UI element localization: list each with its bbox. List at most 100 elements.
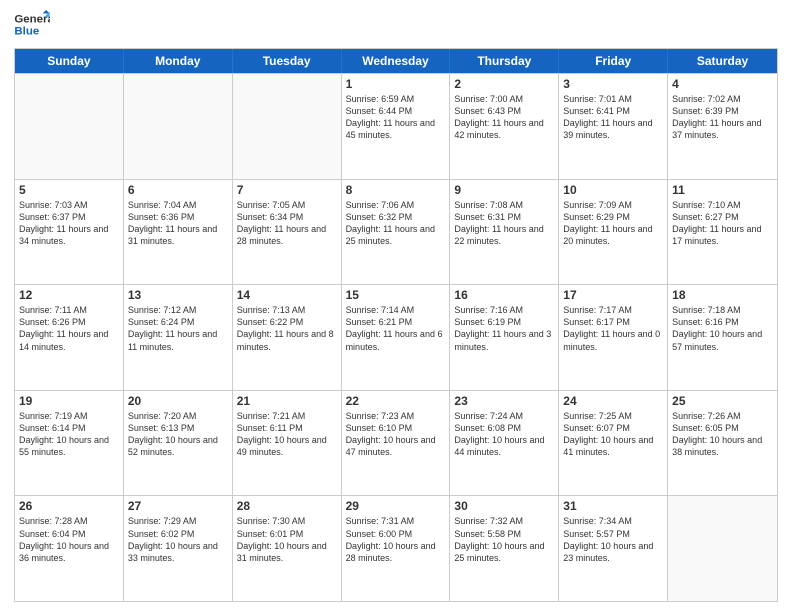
day-number: 10 [563,183,663,197]
day-number: 9 [454,183,554,197]
day-number: 23 [454,394,554,408]
day-header-friday: Friday [559,49,668,73]
calendar-row-5: 26Sunrise: 7:28 AMSunset: 6:04 PMDayligh… [15,495,777,601]
day-number: 16 [454,288,554,302]
day-info: Sunrise: 7:26 AMSunset: 6:05 PMDaylight:… [672,410,773,459]
day-number: 27 [128,499,228,513]
day-info: Sunrise: 7:20 AMSunset: 6:13 PMDaylight:… [128,410,228,459]
day-cell-28: 28Sunrise: 7:30 AMSunset: 6:01 PMDayligh… [233,496,342,601]
day-number: 11 [672,183,773,197]
day-cell-25: 25 Sunrise: 7:26 AMSunset: 6:05 PMDayligh… [668,391,777,496]
day-number: 29 [346,499,446,513]
day-number: 31 [563,499,663,513]
day-cell-4: 4Sunrise: 7:02 AMSunset: 6:39 PMDaylight… [668,74,777,179]
day-info: Sunrise: 7:34 AMSunset: 5:57 PMDaylight:… [563,515,663,564]
day-info: Sunrise: 7:30 AMSunset: 6:01 PMDaylight:… [237,515,337,564]
day-header-wednesday: Wednesday [342,49,451,73]
day-cell-14: 14 Sunrise: 7:13 AMSunset: 6:22 PMDayligh… [233,285,342,390]
day-cell-17: 17Sunrise: 7:17 AMSunset: 6:17 PMDayligh… [559,285,668,390]
day-cell-16: 16 Sunrise: 7:16 AMSunset: 6:19 PMDayligh… [450,285,559,390]
day-cell-9: 9 Sunrise: 7:08 AMSunset: 6:31 PMDaylight… [450,180,559,285]
calendar: SundayMondayTuesdayWednesdayThursdayFrid… [14,48,778,602]
day-info: Sunrise: 7:28 AMSunset: 6:04 PMDaylight:… [19,515,119,564]
empty-cell [668,496,777,601]
day-cell-15: 15 Sunrise: 7:14 AMSunset: 6:21 PMDayligh… [342,285,451,390]
day-info: Sunrise: 7:12 AMSunset: 6:24 PMDaylight:… [128,304,228,353]
day-info: Sunrise: 7:29 AMSunset: 6:02 PMDaylight:… [128,515,228,564]
calendar-row-4: 19 Sunrise: 7:19 AMSunset: 6:14 PMDayligh… [15,390,777,496]
empty-cell [233,74,342,179]
day-number: 30 [454,499,554,513]
day-info: Sunrise: 7:31 AMSunset: 6:00 PMDaylight:… [346,515,446,564]
day-header-sunday: Sunday [15,49,124,73]
day-info: Sunrise: 7:09 AMSunset: 6:29 PMDaylight:… [563,199,663,248]
logo-icon: General Blue [14,10,50,40]
empty-cell [124,74,233,179]
day-number: 15 [346,288,446,302]
day-number: 20 [128,394,228,408]
header: General Blue [14,10,778,40]
day-number: 4 [672,77,773,91]
day-cell-1: 1 Sunrise: 6:59 AMSunset: 6:44 PMDaylight… [342,74,451,179]
day-number: 22 [346,394,446,408]
day-number: 7 [237,183,337,197]
day-cell-8: 8 Sunrise: 7:06 AMSunset: 6:32 PMDaylight… [342,180,451,285]
day-number: 2 [454,77,554,91]
day-info: Sunrise: 7:13 AMSunset: 6:22 PMDaylight:… [237,304,337,353]
day-header-saturday: Saturday [668,49,777,73]
day-number: 1 [346,77,446,91]
calendar-header: SundayMondayTuesdayWednesdayThursdayFrid… [15,49,777,73]
day-info: Sunrise: 7:18 AMSunset: 6:16 PMDaylight:… [672,304,773,353]
day-cell-31: 31 Sunrise: 7:34 AMSunset: 5:57 PMDayligh… [559,496,668,601]
day-info: Sunrise: 7:01 AMSunset: 6:41 PMDaylight:… [563,93,663,142]
logo: General Blue [14,10,50,40]
day-number: 17 [563,288,663,302]
day-info: Sunrise: 7:19 AMSunset: 6:14 PMDaylight:… [19,410,119,459]
day-number: 14 [237,288,337,302]
day-number: 13 [128,288,228,302]
day-info: Sunrise: 7:11 AMSunset: 6:26 PMDaylight:… [19,304,119,353]
day-number: 25 [672,394,773,408]
day-info: Sunrise: 7:08 AMSunset: 6:31 PMDaylight:… [454,199,554,248]
empty-cell [15,74,124,179]
day-cell-23: 23 Sunrise: 7:24 AMSunset: 6:08 PMDayligh… [450,391,559,496]
day-cell-5: 5Sunrise: 7:03 AMSunset: 6:37 PMDaylight… [15,180,124,285]
day-cell-13: 13 Sunrise: 7:12 AMSunset: 6:24 PMDayligh… [124,285,233,390]
day-header-tuesday: Tuesday [233,49,342,73]
day-number: 21 [237,394,337,408]
day-cell-7: 7Sunrise: 7:05 AMSunset: 6:34 PMDaylight… [233,180,342,285]
day-number: 6 [128,183,228,197]
svg-text:General: General [14,13,50,25]
svg-text:Blue: Blue [14,26,39,38]
day-number: 19 [19,394,119,408]
day-info: Sunrise: 7:32 AMSunset: 5:58 PMDaylight:… [454,515,554,564]
day-number: 5 [19,183,119,197]
day-info: Sunrise: 7:14 AMSunset: 6:21 PMDaylight:… [346,304,446,353]
day-cell-12: 12 Sunrise: 7:11 AMSunset: 6:26 PMDayligh… [15,285,124,390]
day-cell-22: 22Sunrise: 7:23 AMSunset: 6:10 PMDayligh… [342,391,451,496]
calendar-row-3: 12 Sunrise: 7:11 AMSunset: 6:26 PMDayligh… [15,284,777,390]
day-header-thursday: Thursday [450,49,559,73]
day-info: Sunrise: 7:25 AMSunset: 6:07 PMDaylight:… [563,410,663,459]
day-number: 8 [346,183,446,197]
page: General Blue SundayMondayTuesdayWednesda… [0,0,792,612]
day-number: 3 [563,77,663,91]
day-cell-11: 11Sunrise: 7:10 AMSunset: 6:27 PMDayligh… [668,180,777,285]
day-info: Sunrise: 7:21 AMSunset: 6:11 PMDaylight:… [237,410,337,459]
day-info: Sunrise: 7:06 AMSunset: 6:32 PMDaylight:… [346,199,446,248]
day-cell-21: 21 Sunrise: 7:21 AMSunset: 6:11 PMDayligh… [233,391,342,496]
day-info: Sunrise: 7:24 AMSunset: 6:08 PMDaylight:… [454,410,554,459]
day-number: 18 [672,288,773,302]
calendar-body: 1 Sunrise: 6:59 AMSunset: 6:44 PMDaylight… [15,73,777,601]
day-cell-18: 18 Sunrise: 7:18 AMSunset: 6:16 PMDayligh… [668,285,777,390]
day-number: 12 [19,288,119,302]
day-info: Sunrise: 6:59 AMSunset: 6:44 PMDaylight:… [346,93,446,142]
day-cell-20: 20 Sunrise: 7:20 AMSunset: 6:13 PMDayligh… [124,391,233,496]
day-cell-3: 3 Sunrise: 7:01 AMSunset: 6:41 PMDaylight… [559,74,668,179]
day-cell-30: 30 Sunrise: 7:32 AMSunset: 5:58 PMDayligh… [450,496,559,601]
day-number: 24 [563,394,663,408]
day-info: Sunrise: 7:16 AMSunset: 6:19 PMDaylight:… [454,304,554,353]
day-cell-2: 2Sunrise: 7:00 AMSunset: 6:43 PMDaylight… [450,74,559,179]
day-cell-27: 27 Sunrise: 7:29 AMSunset: 6:02 PMDayligh… [124,496,233,601]
calendar-row-1: 1 Sunrise: 6:59 AMSunset: 6:44 PMDaylight… [15,73,777,179]
